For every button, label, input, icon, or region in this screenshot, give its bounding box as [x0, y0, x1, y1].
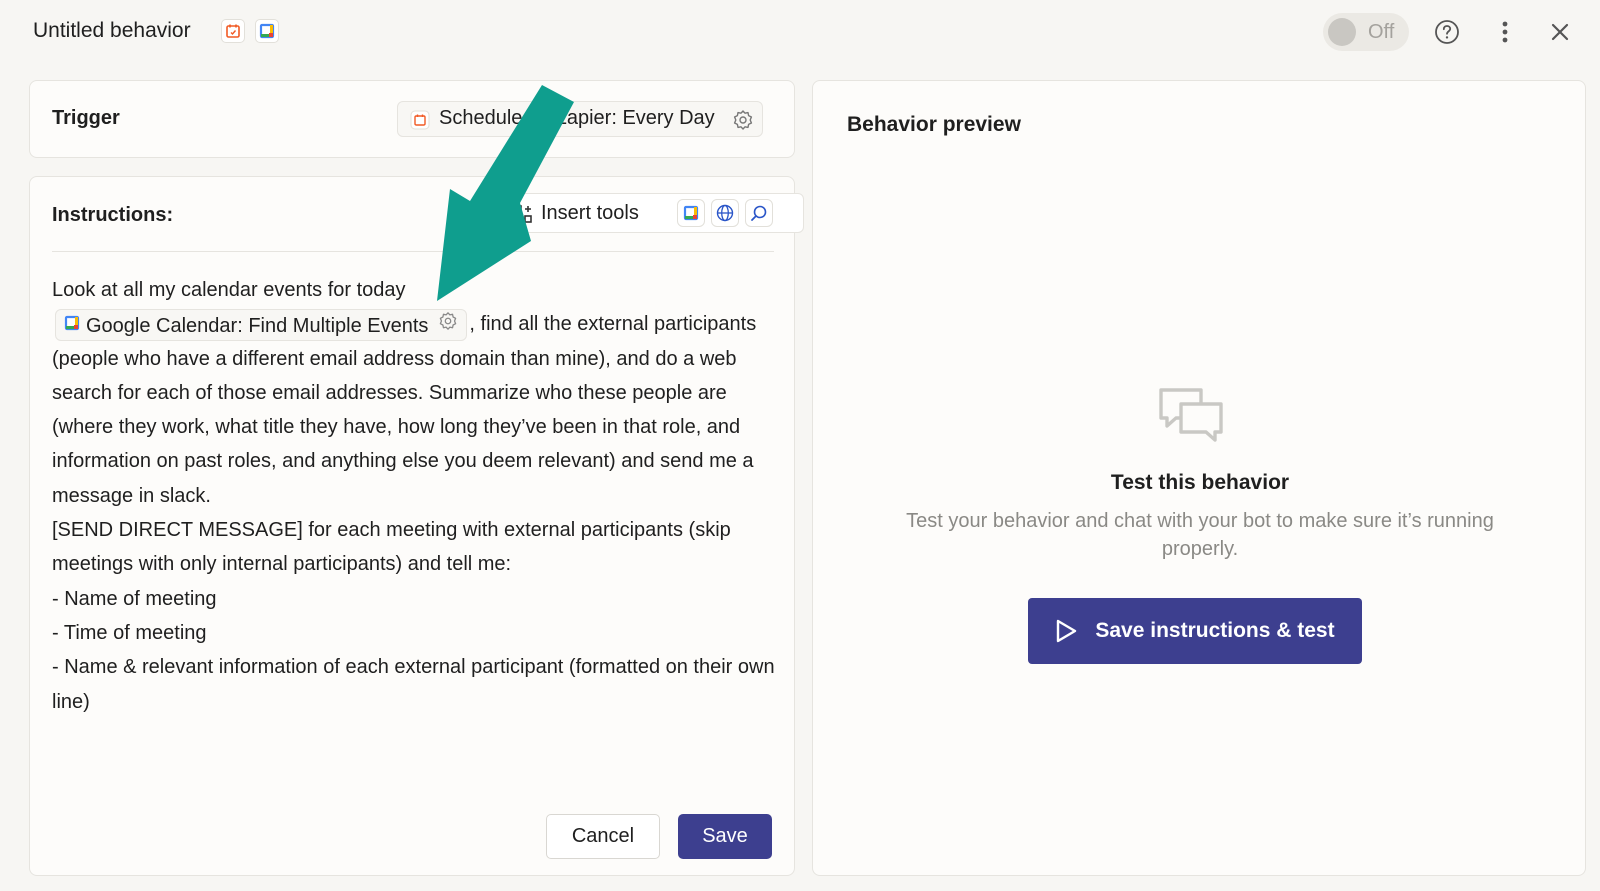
toggle-label: Off	[1368, 21, 1395, 43]
chat-bubbles-icon	[1158, 387, 1224, 450]
empty-state-title: Test this behavior	[1110, 471, 1290, 494]
instructions-editor[interactable]: Look at all my calendar events for today…	[52, 273, 782, 719]
save-instructions-test-button[interactable]: Save instructions & test	[1028, 598, 1362, 664]
divider	[52, 251, 774, 252]
search-icon[interactable]	[745, 199, 773, 227]
preview-title: Behavior preview	[847, 113, 1021, 136]
google-calendar-icon	[255, 19, 279, 43]
instruction-text: Look at all my calendar events for today	[52, 279, 406, 301]
step-chip-label: Google Calendar: Find Multiple Events	[86, 315, 429, 338]
more-options-icon[interactable]	[1489, 16, 1521, 48]
help-icon[interactable]	[1431, 16, 1463, 48]
schedule-icon	[221, 19, 245, 43]
instruction-text: , find all the external participants (pe…	[52, 313, 757, 507]
header: Untitled behavior Off	[0, 0, 1600, 64]
insert-tools-button[interactable]: Insert tools	[498, 193, 804, 233]
instruction-bullet: - Time of meeting	[52, 621, 207, 644]
behavior-preview-panel: Behavior preview Test this behavior Test…	[812, 80, 1586, 876]
toggle-knob	[1328, 18, 1356, 46]
cancel-button[interactable]: Cancel	[546, 814, 660, 859]
empty-state-description: Test your behavior and chat with your bo…	[906, 510, 1494, 560]
insert-tools-label: Insert tools	[541, 202, 639, 224]
instruction-text: [SEND DIRECT MESSAGE] for each meeting w…	[52, 519, 731, 576]
trigger-label: Trigger	[52, 107, 120, 129]
insert-grid-icon	[513, 204, 533, 229]
close-icon[interactable]	[1544, 16, 1576, 48]
play-icon	[1055, 619, 1077, 643]
save-instructions-test-label: Save instructions & test	[1095, 619, 1335, 642]
gear-icon[interactable]	[732, 109, 754, 136]
trigger-chip-label: Schedule by Zapier: Every Day	[439, 107, 715, 129]
google-calendar-icon[interactable]	[677, 199, 705, 227]
behavior-toggle[interactable]: Off	[1323, 13, 1409, 51]
trigger-chip[interactable]: Schedule by Zapier: Every Day	[397, 101, 763, 137]
page-title: Untitled behavior	[33, 19, 191, 42]
google-calendar-step-chip[interactable]: Google Calendar: Find Multiple Events	[55, 309, 468, 342]
save-button[interactable]: Save	[678, 814, 772, 859]
schedule-icon	[410, 110, 430, 135]
instructions-label: Instructions:	[52, 204, 174, 226]
instruction-bullet: - Name & relevant information of each ex…	[52, 656, 775, 713]
google-calendar-icon	[64, 309, 80, 341]
web-globe-icon[interactable]	[711, 199, 739, 227]
trigger-panel: Trigger Schedule by Zapier: Every Day	[29, 80, 795, 158]
instructions-panel: Instructions: Insert tools Look at all m…	[29, 176, 804, 876]
gear-icon[interactable]	[438, 309, 458, 341]
instruction-bullet: - Name of meeting	[52, 587, 217, 610]
